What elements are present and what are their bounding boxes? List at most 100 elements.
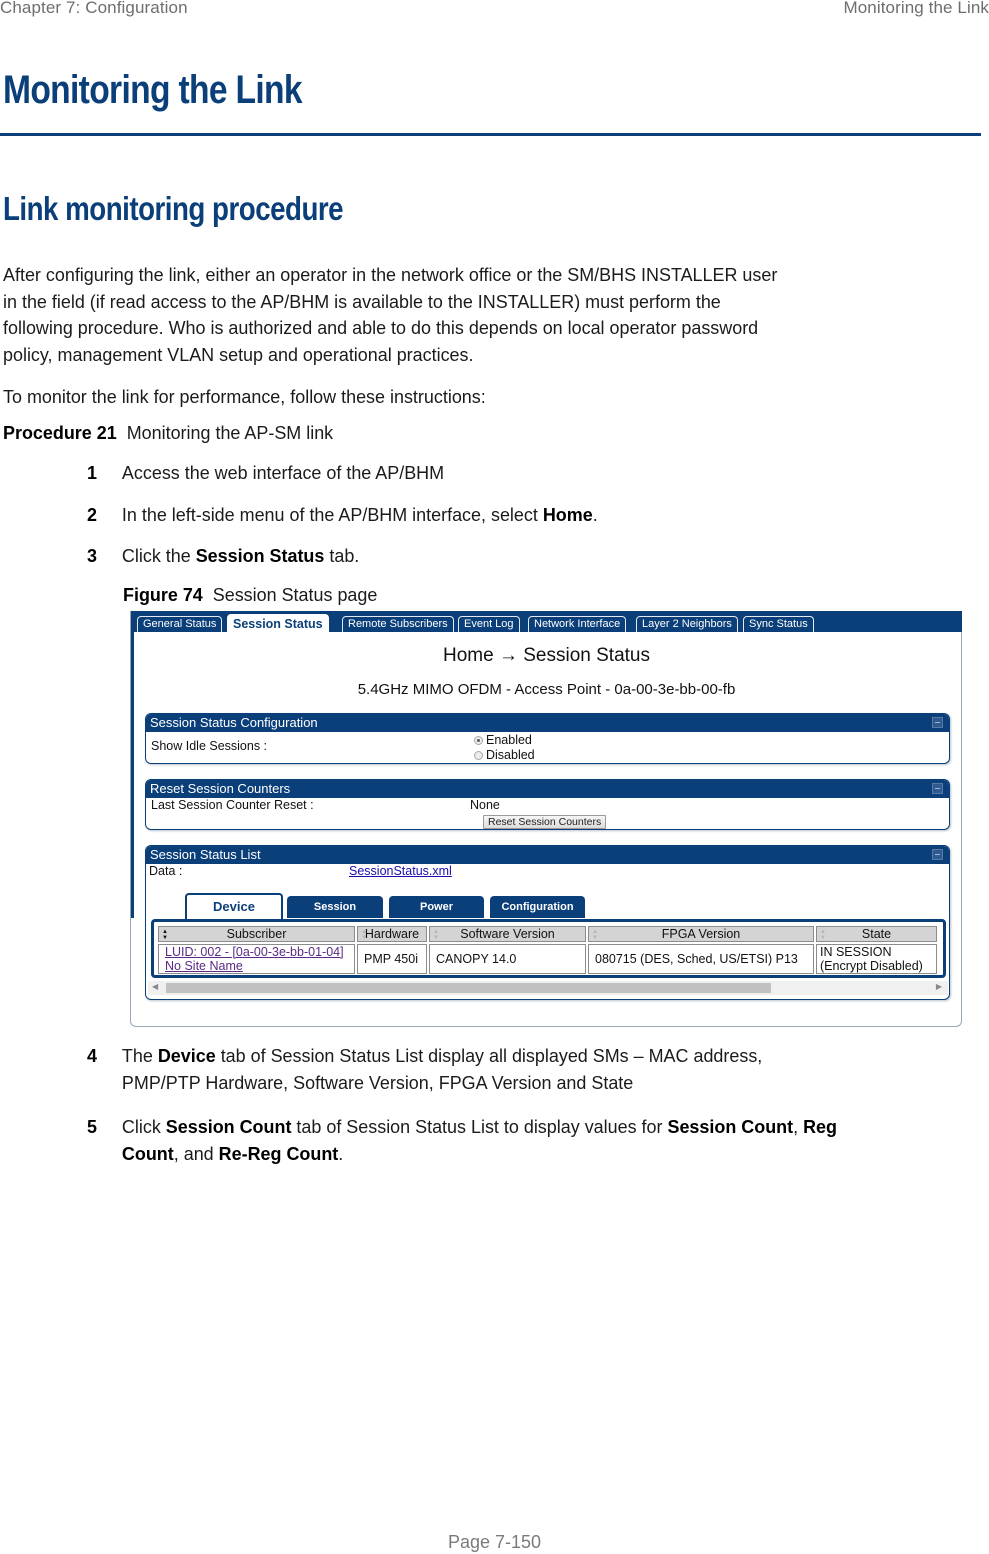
scroll-left-icon[interactable]: ◀	[152, 982, 158, 991]
sort-icon: ▲ ▼	[361, 929, 367, 941]
session-status-configuration-panel: Session Status Configuration Show Idle S…	[145, 713, 950, 764]
intro-line: in the field (if read access to the AP/B…	[3, 290, 721, 312]
column-header-state[interactable]: ▲ ▼ State	[816, 926, 937, 942]
radio-selected-icon	[474, 736, 483, 745]
column-header-fpga-version[interactable]: ▲ ▼ FPGA Version	[588, 926, 814, 942]
step-text-end: .	[338, 1142, 344, 1164]
figure-title: Session Status page	[212, 584, 378, 605]
step-emphasis: Home	[542, 504, 593, 525]
column-label: Software Version	[460, 927, 555, 941]
tab-network-interface[interactable]: Network Interface	[528, 616, 627, 632]
step-emphasis: Device	[157, 1045, 216, 1066]
state-detail: (Encrypt Disabled)	[820, 959, 923, 973]
procedure-name: Monitoring the AP-SM link	[126, 422, 334, 443]
cell-subscriber: LUID: 002 - [0a-00-3e-bb-01-04] No Site …	[158, 944, 355, 974]
title-rule	[0, 133, 981, 136]
step-emphasis: Session Count	[667, 1116, 794, 1137]
cell-fpga-version: 080715 (DES, Sched, US/ETSI) P13	[588, 944, 814, 974]
radio-disabled[interactable]: Disabled	[474, 748, 535, 762]
step-text: Click the	[121, 545, 196, 566]
scrollbar-thumb[interactable]	[166, 983, 771, 993]
column-header-subscriber[interactable]: ▲ ▼ Subscriber	[158, 926, 355, 942]
step-number: 4	[87, 1045, 97, 1066]
site-name-link[interactable]: No Site Name	[165, 959, 243, 973]
figure-label: Figure 74	[123, 584, 203, 605]
horizontal-scrollbar[interactable]: ◀ ▶	[148, 981, 948, 995]
tab-event-log[interactable]: Event Log	[458, 616, 520, 632]
radio-label: Enabled	[486, 733, 532, 747]
step-text: The	[121, 1045, 158, 1066]
tab-general-status[interactable]: General Status	[137, 616, 223, 632]
radio-label: Disabled	[486, 748, 535, 762]
tab-session-status[interactable]: Session Status	[227, 614, 329, 633]
reset-session-counters-panel: Reset Session Counters Last Session Coun…	[145, 779, 950, 830]
cell-software-version: CANOPY 14.0	[429, 944, 586, 974]
step-emphasis: Session Count	[165, 1116, 292, 1137]
running-header: Chapter 7: Configuration Monitoring the …	[0, 0, 989, 18]
step-text: In the left-side menu of the AP/BHM inte…	[121, 504, 543, 525]
sort-icon: ▲ ▼	[433, 929, 439, 941]
column-label: Subscriber	[226, 927, 287, 941]
panel-title: Session Status List	[150, 847, 261, 862]
sort-icon: ▲ ▼	[592, 929, 598, 941]
column-label: State	[861, 927, 892, 941]
breadcrumb: Home → Session Status	[443, 645, 650, 666]
subtab-session[interactable]: Session	[287, 896, 383, 918]
subtab-device[interactable]: Device	[185, 893, 283, 919]
chapter-label: Chapter 7: Configuration	[0, 0, 188, 17]
tab-layer2-neighbors[interactable]: Layer 2 Neighbors	[636, 616, 738, 632]
intro-paragraph: After configuring the link, either an op…	[3, 262, 777, 368]
column-header-hardware[interactable]: ▲ ▼ Hardware	[357, 926, 427, 942]
state-value: IN SESSION	[820, 945, 892, 959]
step-text: ,	[793, 1116, 804, 1137]
show-idle-sessions-label: Show Idle Sessions :	[151, 739, 268, 753]
intro-line: following procedure. Who is authorized a…	[3, 317, 759, 338]
collapse-icon[interactable]	[932, 849, 943, 860]
collapse-icon[interactable]	[932, 717, 943, 728]
step-text: , and	[173, 1142, 219, 1164]
step-text: tab of Session Status List display all d…	[215, 1045, 763, 1066]
page-title: Monitoring the Link	[3, 68, 303, 112]
reset-session-counters-button[interactable]: Reset Session Counters	[483, 815, 607, 829]
step-emphasis: Reg	[803, 1116, 837, 1137]
radio-unselected-icon	[474, 751, 483, 760]
subtab-power[interactable]: Power	[389, 896, 484, 918]
figure-caption: Figure 74 Session Status page	[123, 582, 377, 608]
intro-line: After configuring the link, either an op…	[3, 264, 778, 285]
session-table-frame: ▲ ▼ Subscriber ▲ ▼ Hardware ▲ ▼ Software Versi…	[151, 919, 946, 978]
tab-sync-status[interactable]: Sync Status	[743, 616, 814, 632]
panel-title: Session Status Configuration	[150, 715, 318, 730]
column-label: Hardware	[364, 927, 420, 941]
step-number: 5	[87, 1116, 97, 1137]
table-row: LUID: 002 - [0a-00-3e-bb-01-04] No Site …	[158, 944, 937, 974]
tab-remote-subscribers[interactable]: Remote Subscribers	[342, 616, 454, 632]
page-number: Page 7-150	[447, 1532, 542, 1552]
step-number: 2	[87, 504, 97, 525]
cell-state: IN SESSION (Encrypt Disabled)	[816, 944, 937, 974]
panel-header: Session Status Configuration	[146, 714, 949, 732]
subscriber-link[interactable]: LUID: 002 - [0a-00-3e-bb-01-04]	[165, 945, 344, 959]
last-reset-label: Last Session Counter Reset :	[151, 798, 314, 812]
step-text-line2: PMP/PTP Hardware, Software Version, FPGA…	[121, 1071, 634, 1093]
step-emphasis: Re-Reg Count	[218, 1142, 339, 1164]
step-number: 1	[87, 462, 97, 483]
collapse-icon[interactable]	[932, 783, 943, 794]
step-text-end: .	[592, 504, 598, 525]
section-heading: Link monitoring procedure	[3, 190, 344, 227]
panel-title: Reset Session Counters	[150, 781, 291, 796]
frame-left-border	[131, 632, 134, 918]
subtab-configuration[interactable]: Configuration	[490, 896, 585, 918]
scroll-right-icon[interactable]: ▶	[936, 982, 942, 991]
data-label: Data :	[149, 864, 183, 878]
step-emphasis: Count	[121, 1142, 174, 1164]
sort-icon: ▲ ▼	[820, 929, 826, 941]
radio-enabled[interactable]: Enabled	[474, 733, 532, 747]
sort-desc-icon: ▲ ▼	[162, 929, 168, 941]
step-text-end: tab.	[324, 545, 360, 566]
column-label: FPGA Version	[661, 927, 741, 941]
session-status-xml-link[interactable]: SessionStatus.xml	[349, 864, 452, 878]
instructions-intro: To monitor the link for performance, fol…	[3, 386, 486, 407]
procedure-title: Procedure 21 Monitoring the AP-SM link	[3, 420, 333, 447]
panel-header: Session Status List	[146, 846, 949, 864]
column-header-software-version[interactable]: ▲ ▼ Software Version	[429, 926, 586, 942]
